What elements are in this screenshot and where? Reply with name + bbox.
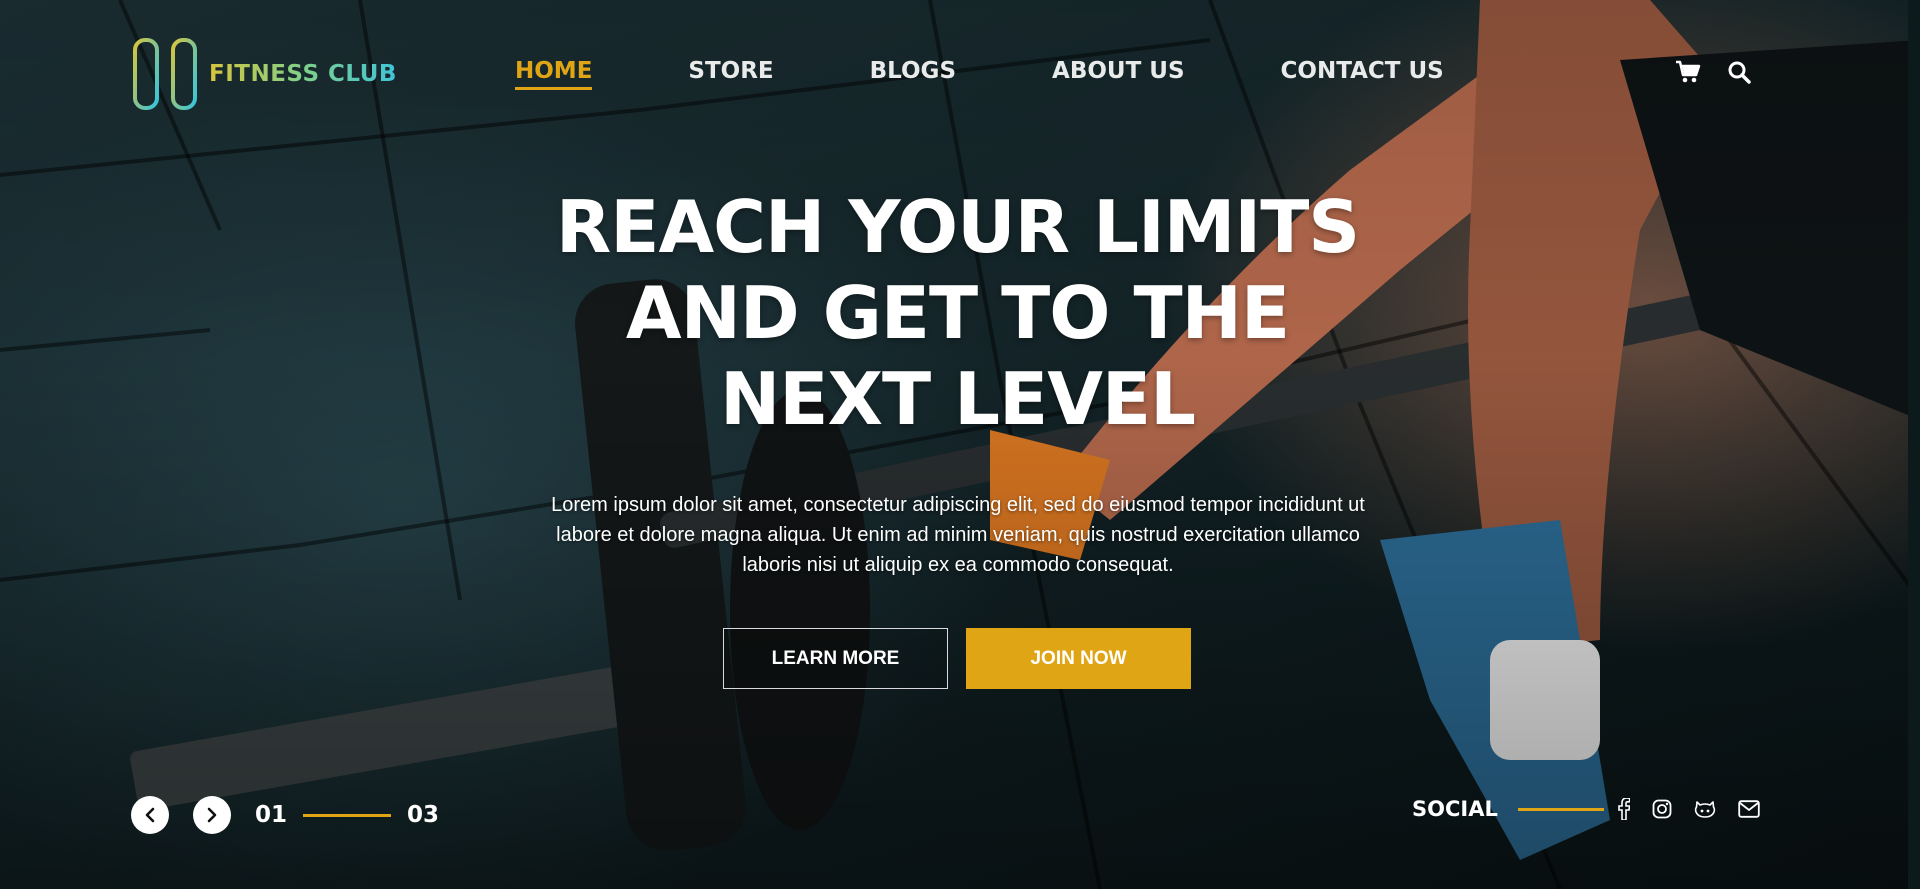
nav-icons xyxy=(1675,60,1751,84)
mail-icon[interactable] xyxy=(1738,800,1760,818)
headline-line: AND GET TO THE xyxy=(625,271,1290,355)
next-slide-button[interactable] xyxy=(193,796,231,834)
nav-item-about-us[interactable]: ABOUT US xyxy=(1052,58,1185,90)
brand-name: FITNESS CLUB xyxy=(209,61,397,87)
dumbbell-logo-icon xyxy=(133,38,197,110)
nav-item-home[interactable]: HOME xyxy=(515,58,593,90)
join-now-button[interactable]: JOIN NOW xyxy=(966,628,1191,689)
search-icon[interactable] xyxy=(1727,60,1751,84)
chevron-left-icon xyxy=(145,807,155,823)
facebook-icon[interactable] xyxy=(1618,798,1630,820)
prev-slide-button[interactable] xyxy=(131,796,169,834)
headline-line: REACH YOUR LIMITS xyxy=(555,185,1360,269)
current-slide-number: 01 xyxy=(255,802,288,828)
chevron-right-icon xyxy=(207,807,217,823)
social-divider-line xyxy=(1517,807,1604,811)
brand-logo[interactable]: FITNESS CLUB xyxy=(131,36,397,112)
social-label: SOCIAL xyxy=(1412,797,1498,821)
social-links: SOCIAL xyxy=(1412,797,1760,821)
headline-line: NEXT LEVEL xyxy=(720,357,1196,441)
hero-section: FITNESS CLUB HOME STORE BLOGS ABOUT US C… xyxy=(0,0,1920,889)
background-overlay xyxy=(0,0,1920,889)
social-icons xyxy=(1618,798,1760,820)
slide-progress-line xyxy=(303,813,392,817)
hero-actions: LEARN MORE JOIN NOW xyxy=(723,628,1191,689)
description-line: Lorem ipsum dolor sit amet, consectetur … xyxy=(551,494,1365,516)
page-edge xyxy=(1908,0,1920,889)
github-icon[interactable] xyxy=(1694,799,1716,819)
instagram-icon[interactable] xyxy=(1652,799,1672,819)
cart-icon[interactable] xyxy=(1675,60,1701,84)
learn-more-button[interactable]: LEARN MORE xyxy=(723,628,948,689)
background-floor xyxy=(0,0,1920,889)
description-line: labore et dolore magna aliqua. Ut enim a… xyxy=(556,524,1360,546)
hero-headline: REACH YOUR LIMITS AND GET TO THE NEXT LE… xyxy=(0,184,1915,442)
slider-controls: 01 03 xyxy=(131,796,439,834)
main-nav: HOME STORE BLOGS ABOUT US CONTACT US xyxy=(515,58,1444,90)
nav-item-store[interactable]: STORE xyxy=(688,58,773,90)
description-line: laboris nisi ut aliquip ex ea commodo co… xyxy=(742,554,1174,576)
hero-description: Lorem ipsum dolor sit amet, consectetur … xyxy=(460,490,1456,580)
nav-item-blogs[interactable]: BLOGS xyxy=(870,58,956,90)
nav-item-contact-us[interactable]: CONTACT US xyxy=(1281,58,1444,90)
total-slides-number: 03 xyxy=(407,802,440,828)
